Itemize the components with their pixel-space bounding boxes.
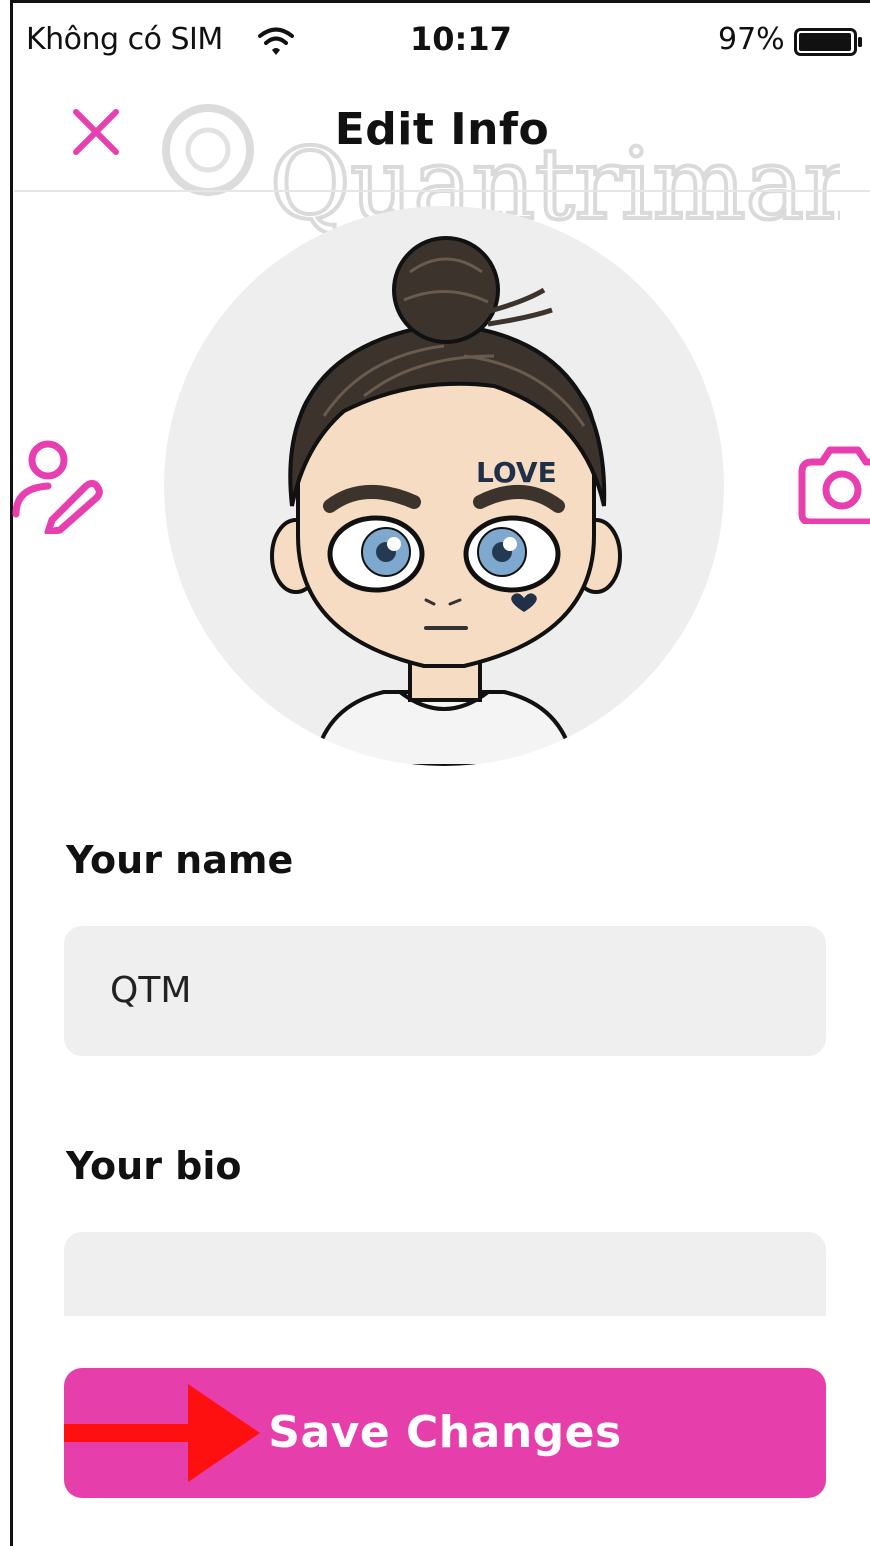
save-button[interactable]: Save Changes xyxy=(64,1368,826,1498)
avatar[interactable]: LOVE xyxy=(164,206,724,766)
battery-icon xyxy=(794,28,862,56)
clock-text: 10:17 xyxy=(410,20,512,58)
status-bar: Không có SIM 10:17 97% xyxy=(14,8,870,68)
page-title: Edit Info xyxy=(334,104,550,155)
name-input[interactable]: QTM xyxy=(64,926,826,1056)
bio-input[interactable] xyxy=(64,1232,826,1316)
camera-icon[interactable] xyxy=(794,444,870,524)
name-label: Your name xyxy=(66,838,294,882)
bio-label: Your bio xyxy=(66,1144,242,1188)
edit-avatar-icon[interactable] xyxy=(8,438,104,534)
avatar-illustration: LOVE xyxy=(270,236,622,766)
nav-bar: Edit Info xyxy=(14,78,870,192)
tattoo-text: LOVE xyxy=(476,456,557,489)
wifi-icon xyxy=(258,27,294,55)
carrier-text: Không có SIM xyxy=(26,22,223,57)
battery-percent: 97% xyxy=(718,22,785,57)
screenshot-border-top xyxy=(10,0,870,3)
screenshot-border-left xyxy=(10,0,13,1546)
